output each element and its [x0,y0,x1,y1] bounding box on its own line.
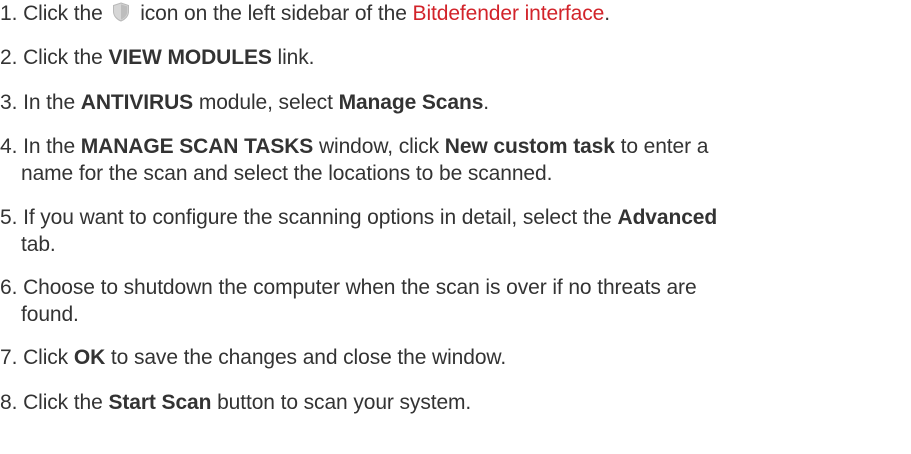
step-text: to save the changes and close the window… [110,346,507,369]
manage-scan-tasks-label: MANAGE SCAN TASKS [80,135,314,158]
step-text: . [483,91,490,114]
step-text: If you want to configure the scanning op… [23,206,612,229]
step-number: 3. [0,91,18,114]
step-text: Click the [23,46,103,69]
step-text: link. [277,46,315,69]
step-text: to enter a [620,135,709,158]
advanced-tab-label: Advanced [617,206,718,229]
bitdefender-interface-link[interactable]: Bitdefender interface [413,2,605,25]
step-text: In the [23,135,76,158]
step-number: 1. [0,2,18,25]
step-number: 7. [0,346,18,369]
step-4: 4. In the MANAGE SCAN TASKS window, clic… [0,133,880,187]
step-text: Click [23,346,69,369]
step-number: 5. [0,206,18,229]
step-text-continuation: name for the scan and select the locatio… [21,162,553,185]
step-number: 6. [0,276,18,299]
step-text: Click the [23,2,103,25]
step-text: module, select [198,91,333,114]
step-text: window, click [318,135,440,158]
start-scan-label: Start Scan [108,391,212,414]
step-text: In the [23,91,76,114]
step-text-continuation: tab. [21,233,56,256]
instruction-list: 1. Click the icon on the left sidebar of… [0,0,911,454]
new-custom-task-label: New custom task [444,135,615,158]
ok-label: OK [73,346,106,369]
shield-icon [112,2,130,22]
step-8: 8. Click the Start Scan button to scan y… [0,389,880,416]
step-text-continuation: found. [21,303,79,326]
step-6: 6. Choose to shutdown the computer when … [0,274,880,328]
step-number: 8. [0,391,18,414]
view-modules-label: VIEW MODULES [108,46,272,69]
antivirus-label: ANTIVIRUS [80,91,194,114]
step-text: . [604,2,610,25]
step-text: Choose to shutdown the computer when the… [23,276,697,299]
step-2: 2. Click the VIEW MODULES link. [0,44,880,71]
step-number: 2. [0,46,18,69]
manage-scans-label: Manage Scans [338,91,484,114]
step-number: 4. [0,135,18,158]
step-text: icon on the left sidebar of the [140,2,407,25]
step-3: 3. In the ANTIVIRUS module, select Manag… [0,89,880,116]
step-text: button to scan your system. [217,391,472,414]
step-1: 1. Click the icon on the left sidebar of… [0,0,880,27]
step-5: 5. If you want to configure the scanning… [0,204,880,258]
step-text: Click the [23,391,103,414]
step-7: 7. Click OK to save the changes and clos… [0,344,880,371]
